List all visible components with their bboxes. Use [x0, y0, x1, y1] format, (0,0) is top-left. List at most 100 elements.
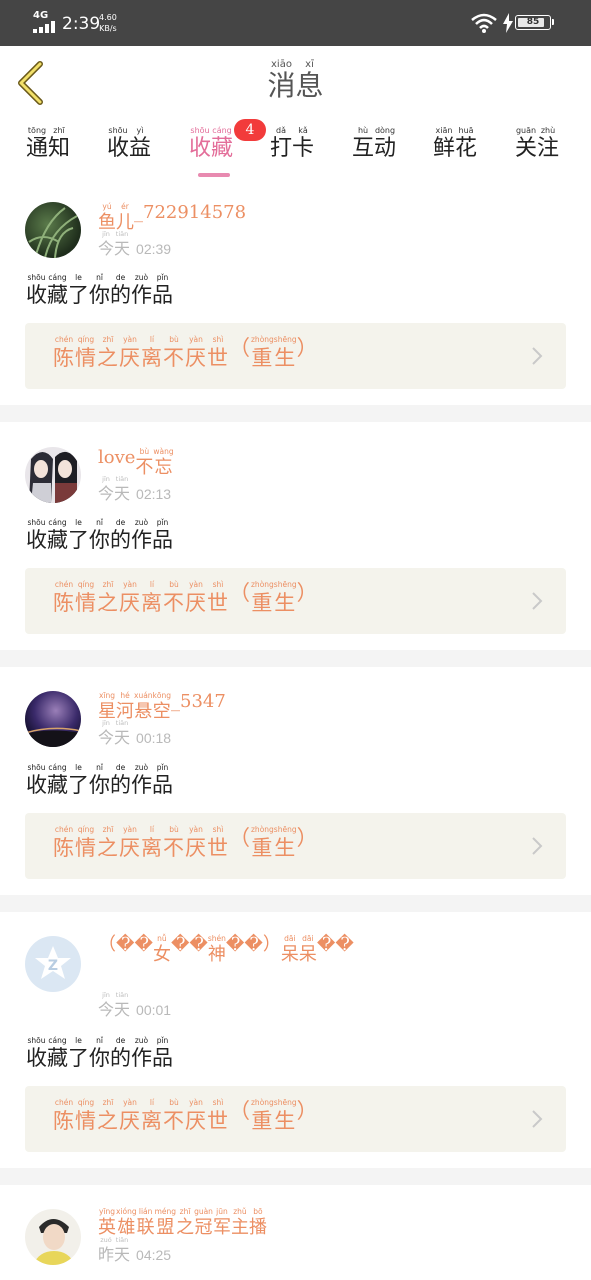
pinyin-annotation: cáng: [48, 1036, 67, 1045]
name-pinyin: ér: [121, 202, 129, 211]
notification-card[interactable]: yú 鱼 ér 儿 _722914578 jīn 今 tiān 天 02:39 shōu 收 cán…: [0, 180, 591, 405]
day-pinyin: tiān: [115, 475, 129, 483]
notification-card[interactable]: xīng 星 hé 河 xuán 悬 kōng 空 _5347 jīn 今 tiān 天 00:18 s…: [0, 667, 591, 895]
ruby-char: jīn 今: [98, 718, 114, 748]
name-pinyin: xīng: [98, 691, 116, 700]
pinyin-annotation: zuò: [134, 518, 149, 527]
ruby-char: chén 陈: [53, 580, 75, 616]
boy-portrait-avatar[interactable]: [25, 1209, 81, 1265]
ruby-char: �: [189, 934, 207, 966]
default-z-avatar[interactable]: Z: [25, 936, 81, 992]
chevron-right-icon: [532, 837, 543, 855]
ruby-char: nǐ 你: [89, 518, 110, 552]
text-char: 作: [131, 528, 152, 552]
text-char: 世: [207, 346, 229, 370]
pinyin-annotation: zuò: [134, 763, 149, 772]
work-link[interactable]: chén 陈 qíng 情 zhī 之 yàn 厌 lí 离 bù 不 yàn 厌 shì 世（zhòng 重 s…: [25, 323, 566, 389]
charging-icon: [503, 13, 513, 33]
text-char: 品: [152, 528, 173, 552]
ruby-char: zuò 作: [131, 763, 152, 797]
pinyin-annotation: shōu: [27, 273, 46, 282]
tab-char: 打: [270, 136, 293, 161]
pinyin-annotation: shēng: [273, 335, 297, 344]
ruby-char: lí 离: [141, 335, 163, 371]
tab-pinyin: zhī: [53, 126, 65, 135]
battery-icon: 85: [515, 15, 554, 30]
status-bar: 4G 2:39 4.60 KB/s 85: [0, 0, 591, 46]
pinyin-annotation: yàn: [123, 335, 137, 344]
notification-card[interactable]: Z （� � nǚ 女 � � shén 神 � �） dāi 呆 dāi 呆 � � jīn 今 tiān 天 00…: [0, 912, 591, 1168]
tab-notice[interactable]: tōng 通 zhī 知: [26, 126, 70, 176]
tab-char: 藏: [211, 136, 234, 161]
work-link[interactable]: chén 陈 qíng 情 zhī 之 yàn 厌 lí 离 bù 不 yàn 厌 shì 世（zhòng 重 s…: [25, 568, 566, 634]
galaxy-avatar[interactable]: [25, 691, 81, 747]
notification-card[interactable]: yīng 英 xióng 雄 lián 联 méng 盟 zhī 之 guàn 冠 jūn 军 zhǔ 主 bō…: [0, 1185, 591, 1280]
pinyin-annotation: de: [115, 763, 126, 772]
tab-earnings[interactable]: shōu 收 yì 益: [107, 126, 151, 176]
text-char: 厌: [119, 591, 141, 615]
text-char: 你: [89, 1046, 110, 1070]
pinyin-annotation: lí: [149, 825, 155, 834]
pinyin-annotation: cáng: [48, 763, 67, 772]
tab-favorites[interactable]: shōu 收 cáng 藏 4: [189, 119, 266, 177]
pinyin-annotation: zhǔ: [233, 1207, 247, 1216]
ruby-char: zhī 之: [97, 1098, 119, 1134]
ruby-char: bù 不: [163, 580, 185, 616]
ruby-char: shōu 收: [107, 126, 129, 176]
day-pinyin: jīn: [102, 230, 110, 238]
text-char: 厌: [185, 1109, 207, 1133]
text-char: 不: [163, 346, 185, 370]
ruby-char: lí 离: [141, 825, 163, 861]
pinyin-annotation: dāi: [302, 934, 314, 943]
tab-interaction[interactable]: hù 互 dòng 动: [352, 126, 396, 176]
ruby-char: de 的: [110, 273, 131, 307]
time-value: 04:25: [136, 1247, 172, 1263]
ruby-char: xī 息: [296, 60, 324, 102]
text-char: �: [316, 934, 336, 955]
text-char: 重: [251, 591, 274, 615]
notification-card[interactable]: love bù 不 wàng 忘 jīn 今 tiān 天 02:13 shōu 收 cáng 藏 le…: [0, 422, 591, 650]
pinyin-annotation: qíng: [77, 335, 95, 344]
work-link[interactable]: chén 陈 qíng 情 zhī 之 yàn 厌 lí 离 bù 不 yàn 厌 shì 世（zhòng 重 s…: [25, 1086, 566, 1152]
day-char: 今: [98, 239, 115, 258]
tab-following[interactable]: guān 关 zhù 注: [515, 126, 559, 176]
grass-photo-avatar[interactable]: [25, 202, 81, 258]
pinyin-annotation: nǐ: [96, 518, 103, 527]
day-char: 天: [114, 1000, 131, 1019]
tab-pinyin: yì: [136, 126, 144, 135]
anime-couple-avatar[interactable]: [25, 447, 81, 503]
tab-checkin[interactable]: dǎ 打 kǎ 卡: [270, 126, 314, 176]
pinyin-annotation: zhòng: [251, 335, 274, 344]
work-link[interactable]: chén 陈 qíng 情 zhī 之 yàn 厌 lí 离 bù 不 yàn 厌 shì 世（zhòng 重 s…: [25, 813, 566, 879]
text-char: 情: [75, 591, 97, 615]
pinyin-annotation: xióng: [116, 1207, 137, 1216]
ruby-char: zhī 之: [97, 825, 119, 861]
tab-char: 收: [107, 136, 130, 161]
username[interactable]: （� � nǚ 女 � � shén 神 � �） dāi 呆 dāi 呆 � �: [98, 934, 388, 966]
tab-char: 鲜: [433, 136, 456, 161]
text-char: �: [189, 934, 208, 955]
ruby-char: jīn 今: [98, 474, 114, 504]
ruby-char: （: [229, 580, 251, 616]
tab-flowers[interactable]: xiān 鲜 huā 花: [433, 126, 477, 176]
ruby-char: ）: [263, 934, 281, 966]
text-char: 的: [110, 1046, 131, 1070]
ruby-char: guān 关: [515, 126, 537, 176]
work-title: chén 陈 qíng 情 zhī 之 yàn 厌 lí 离 bù 不 yàn 厌 shì 世（zhòng 重 s…: [53, 825, 319, 861]
ruby-char: shōu 收: [26, 518, 47, 552]
ruby-char: tiān 天: [114, 990, 130, 1020]
ruby-char: qíng 情: [75, 580, 97, 616]
ruby-char: bù 不: [163, 335, 185, 371]
text-char: 你: [89, 283, 110, 307]
text-char: 呆: [298, 944, 317, 965]
ruby-char: de 的: [110, 763, 131, 797]
pinyin-annotation: méng: [154, 1207, 177, 1216]
pinyin-annotation: shēng: [273, 1098, 297, 1107]
name-pinyin: kōng: [152, 691, 171, 700]
text-char: 情: [75, 346, 97, 370]
text-char: 生: [274, 346, 297, 370]
text-char: �: [335, 934, 354, 955]
ruby-char: bù 不: [163, 825, 185, 861]
text-char: ）: [296, 581, 319, 605]
action-text: shōu 收 cáng 藏 le 了 nǐ 你 de 的 zuò 作 pǐn 品: [26, 273, 173, 307]
